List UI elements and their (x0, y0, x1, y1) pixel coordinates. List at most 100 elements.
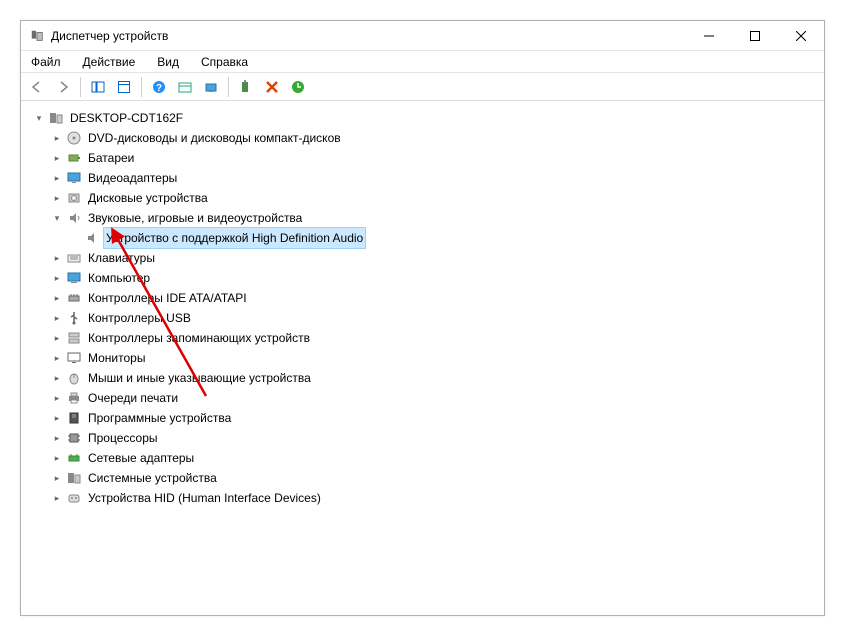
expander-icon[interactable]: ▸ (50, 391, 64, 405)
node-label: Звуковые, игровые и видеоустройства (86, 208, 304, 228)
expander-icon[interactable]: ▸ (50, 311, 64, 325)
back-button[interactable] (25, 75, 49, 99)
battery-icon (66, 150, 82, 166)
storage-icon (66, 330, 82, 346)
node-label: Программные устройства (86, 408, 233, 428)
node-label: Процессоры (86, 428, 160, 448)
node-label: Контроллеры USB (86, 308, 193, 328)
node-label: DESKTOP-CDT162F (68, 108, 185, 128)
expander-icon[interactable]: ▸ (50, 251, 64, 265)
category-node[interactable]: ▸ Контроллеры запоминающих устройств (32, 328, 821, 348)
window-title: Диспетчер устройств (51, 29, 168, 43)
hdd-icon (66, 190, 82, 206)
category-node[interactable]: ▾ Звуковые, игровые и видеоустройства (32, 208, 821, 228)
minimize-button[interactable] (686, 21, 732, 51)
expander-icon[interactable]: ▸ (50, 431, 64, 445)
category-node[interactable]: ▸ Контроллеры USB (32, 308, 821, 328)
action-menu-button[interactable] (173, 75, 197, 99)
mouse-icon (66, 370, 82, 386)
monitor-icon (66, 350, 82, 366)
node-label: Мониторы (86, 348, 147, 368)
category-node[interactable]: ▸ Видеоадаптеры (32, 168, 821, 188)
category-node[interactable]: ▸ Устройства HID (Human Interface Devices… (32, 488, 821, 508)
computer-icon (66, 270, 82, 286)
node-label: Очереди печати (86, 388, 180, 408)
menubar: Файл Действие Вид Справка (21, 51, 824, 73)
category-node[interactable]: ▸ Дисковые устройства (32, 188, 821, 208)
category-node[interactable]: ▸ Компьютер (32, 268, 821, 288)
menu-file[interactable]: Файл (27, 53, 65, 71)
close-button[interactable] (778, 21, 824, 51)
node-label: Контроллеры IDE ATA/ATAPI (86, 288, 249, 308)
device-tree[interactable]: ▾ DESKTOP-CDT162F ▸ DVD-дисководы и диско… (23, 103, 822, 613)
expander-icon[interactable]: ▸ (50, 331, 64, 345)
category-node[interactable]: ▸ Программные устройства (32, 408, 821, 428)
category-node[interactable]: ▸ Очереди печати (32, 388, 821, 408)
show-hide-tree-button[interactable] (86, 75, 110, 99)
node-label: Батареи (86, 148, 136, 168)
expander-icon[interactable]: ▸ (50, 271, 64, 285)
expander-icon[interactable]: ▸ (50, 291, 64, 305)
device-manager-window: Диспетчер устройств Файл Действие Вид Сп… (20, 20, 825, 616)
app-icon (29, 28, 45, 44)
display-icon (66, 170, 82, 186)
expander-icon[interactable]: ▾ (50, 211, 64, 225)
category-node[interactable]: ▸ Процессоры (32, 428, 821, 448)
ide-icon (66, 290, 82, 306)
toolbar: ? (21, 73, 824, 101)
scan-hardware-button[interactable] (199, 75, 223, 99)
node-label: Мыши и иные указывающие устройства (86, 368, 313, 388)
window-controls (686, 21, 824, 51)
menu-help[interactable]: Справка (197, 53, 252, 71)
category-node[interactable]: ▸Сетевые адаптеры (32, 448, 821, 468)
node-label: Видеоадаптеры (86, 168, 179, 188)
expander-icon[interactable]: ▸ (50, 371, 64, 385)
expander-icon[interactable]: ▸ (50, 491, 64, 505)
category-node[interactable]: ▸ Мыши и иные указывающие устройства (32, 368, 821, 388)
device-node-hd-audio[interactable]: Устройство с поддержкой High Definition … (32, 228, 821, 248)
category-node[interactable]: ▸Клавиатуры (32, 248, 821, 268)
uninstall-button[interactable] (260, 75, 284, 99)
menu-view[interactable]: Вид (153, 53, 183, 71)
node-label: Дисковые устройства (86, 188, 210, 208)
svg-text:?: ? (156, 83, 162, 94)
network-icon (66, 450, 82, 466)
expander-icon[interactable]: ▾ (32, 111, 46, 125)
category-node[interactable]: ▸ Контроллеры IDE ATA/ATAPI (32, 288, 821, 308)
expander-icon[interactable]: ▸ (50, 151, 64, 165)
enable-button[interactable] (286, 75, 310, 99)
printer-icon (66, 390, 82, 406)
forward-button[interactable] (51, 75, 75, 99)
category-node[interactable]: ▸ Системные устройства (32, 468, 821, 488)
toolbar-separator (141, 77, 142, 97)
properties-button[interactable] (112, 75, 136, 99)
node-label: Системные устройства (86, 468, 219, 488)
maximize-button[interactable] (732, 21, 778, 51)
expander-icon[interactable]: ▸ (50, 131, 64, 145)
node-label: Устройства HID (Human Interface Devices) (86, 488, 323, 508)
node-label: Компьютер (86, 268, 152, 288)
expander-icon[interactable]: ▸ (50, 471, 64, 485)
expander-icon[interactable]: ▸ (50, 351, 64, 365)
node-label: Контроллеры запоминающих устройств (86, 328, 312, 348)
root-node[interactable]: ▾ DESKTOP-CDT162F (32, 108, 821, 128)
toolbar-separator (80, 77, 81, 97)
usb-icon (66, 310, 82, 326)
speaker-icon (84, 230, 100, 246)
update-driver-button[interactable] (234, 75, 258, 99)
category-node[interactable]: ▸ Мониторы (32, 348, 821, 368)
expander-icon[interactable]: ▸ (50, 411, 64, 425)
node-label: DVD-дисководы и дисководы компакт-дисков (86, 128, 343, 148)
expander-icon[interactable]: ▸ (50, 451, 64, 465)
system-icon (66, 470, 82, 486)
expander-icon[interactable]: ▸ (50, 171, 64, 185)
disc-icon (66, 130, 82, 146)
menu-action[interactable]: Действие (79, 53, 140, 71)
audio-icon (66, 210, 82, 226)
expander-icon[interactable]: ▸ (50, 191, 64, 205)
computer-icon (48, 110, 64, 126)
expander-spacer (68, 231, 82, 245)
category-node[interactable]: ▸ DVD-дисководы и дисководы компакт-диско… (32, 128, 821, 148)
category-node[interactable]: ▸ Батареи (32, 148, 821, 168)
help-button[interactable]: ? (147, 75, 171, 99)
